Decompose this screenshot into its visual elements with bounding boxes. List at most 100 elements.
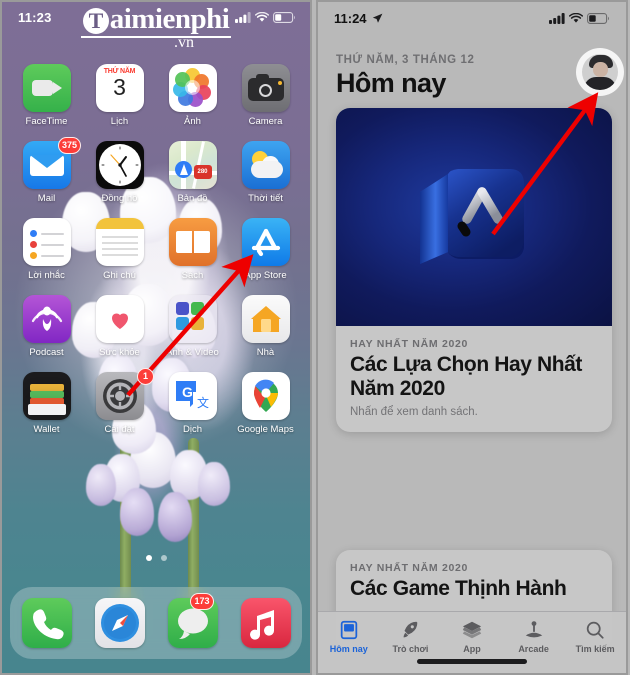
translate-icon: G 文 [168,372,217,420]
photos-icon [168,64,217,112]
left-status-bar: 11:23 [2,2,310,32]
app-label: FaceTime [25,116,68,127]
card-title: Các Lựa Chọn Hay Nhất Năm 2020 [350,353,583,400]
app-icon-calendar[interactable]: THỨ NĂM 3 Lịch [83,64,156,127]
app-grid: FaceTime THỨ NĂM 3 Lịch Ảnh Camera 375 M… [2,64,310,435]
dual-phone-screenshot: 11:23 T aimienphi .vn FaceTime THỨ NĂM 3… [0,0,630,675]
dock-item-safari[interactable] [94,598,145,648]
signal-bars-icon [235,11,251,23]
app-folder-photos-videos[interactable]: Ảnh & Video [156,295,229,358]
app-icon-notes[interactable]: Ghi chú [83,218,156,281]
tab-today[interactable]: Hôm nay [318,619,380,654]
tab-label: Arcade [518,644,549,654]
page-dots[interactable] [2,555,310,561]
app-icon-weather[interactable]: Thời tiết [229,141,302,204]
page-title: Hôm nay [336,68,446,98]
app-label: Google Maps [237,424,294,435]
app-label: Thời tiết [248,193,283,204]
arcade-joystick-icon [525,621,542,638]
phone-icon [21,598,72,648]
page-dot[interactable] [160,555,167,561]
calendar-day: 3 [113,74,126,100]
search-icon [586,621,604,639]
app-label: Dịch [182,424,202,435]
app-icon-mail[interactable]: 375 Mail [10,137,83,204]
watermark-domain: .vn [174,34,194,51]
app-icon-translate[interactable]: G 文 Dịch [156,372,229,435]
badge-count: 173 [190,593,214,610]
tab-label: Tìm kiếm [575,644,615,654]
page-dot-active[interactable] [145,555,152,561]
tab-games[interactable]: Trò chơi [380,619,442,654]
app-store-tab-bar: Hôm nay Trò chơi App Arcade Tìm kiếm [318,611,626,673]
google-maps-icon [241,372,290,420]
right-phone-app-store: 11:24 THỨ NĂM, 3 THÁNG 12 Hôm nay HAY NH… [316,0,628,675]
today-icon [340,620,358,640]
health-icon [95,295,144,343]
app-label: Sách [181,270,204,281]
card-hero-image [336,108,612,326]
app-store-header: THỨ NĂM, 3 THÁNG 12 Hôm nay [336,54,612,99]
app-label: Đồng hồ [101,193,138,204]
dock-item-music[interactable] [240,598,291,648]
badge-count: 375 [57,137,81,154]
card-subtitle: Nhấn để xem danh sách. [350,406,478,419]
app-store-status-bar: 11:24 [318,2,626,34]
tab-arcade[interactable]: Arcade [503,619,565,654]
tab-apps[interactable]: App [441,619,503,654]
folder-icon [168,295,217,343]
app-icon-home[interactable]: Nhà [229,295,302,358]
safari-icon [94,598,145,648]
dock-item-phone[interactable] [21,598,72,648]
app-icon-camera[interactable]: Camera [229,64,302,127]
app-label: Cài đặt [104,424,135,435]
card-eyebrow: HAY NHẤT NĂM 2020 [350,562,469,574]
left-phone-home-screen: 11:23 T aimienphi .vn FaceTime THỨ NĂM 3… [0,0,312,675]
battery-icon [273,11,295,23]
tab-search[interactable]: Tìm kiếm [564,619,626,654]
home-icon [241,295,290,343]
app-icon-app-store[interactable]: App Store [229,218,302,281]
wifi-icon [255,11,269,22]
app-label: Ảnh & Video [166,347,219,358]
app-icon-facetime[interactable]: FaceTime [10,64,83,127]
app-label: Lời nhắc [28,270,65,281]
app-store-icon [241,218,290,266]
app-label: Bản đồ [177,193,208,204]
signal-bars-icon [549,12,565,24]
card-title: Các Game Thịnh Hành [350,577,567,600]
status-time: 11:24 [334,10,367,26]
calendar-icon: THỨ NĂM 3 [95,64,144,112]
battery-icon [587,12,609,24]
app-icon-photos[interactable]: Ảnh [156,64,229,127]
route-shield: 280 [193,165,212,179]
today-date: THỨ NĂM, 3 THÁNG 12 [336,54,475,66]
stack-icon [462,621,482,639]
home-indicator[interactable] [417,659,527,664]
dock: 173 [10,587,302,659]
app-label: App Store [244,270,287,281]
svg-text:文: 文 [197,395,209,410]
app-label: Podcast [29,347,64,358]
app-icon-podcast[interactable]: Podcast [10,295,83,358]
app-icon-health[interactable]: Sức khỏe [83,295,156,358]
app-label: Lịch [110,116,129,127]
app-label: Camera [248,116,283,127]
account-avatar[interactable] [582,54,618,90]
app-icon-maps[interactable]: 280 Bản đồ [156,141,229,204]
app-icon-settings[interactable]: 1 Cài đặt [83,368,156,435]
app-icon-google-maps[interactable]: Google Maps [229,372,302,435]
badge-count: 1 [137,368,154,385]
wallet-icon [22,372,71,420]
card-text-block: HAY NHẤT NĂM 2020 Các Lựa Chọn Hay Nhất … [336,326,612,432]
dock-item-messages[interactable]: 173 [167,593,218,648]
app-icon-wallet[interactable]: Wallet [10,372,83,435]
tab-label: App [463,644,481,654]
app-label: Nhà [256,347,275,358]
today-card-featured[interactable]: HAY NHẤT NĂM 2020 Các Lựa Chọn Hay Nhất … [336,108,612,433]
books-icon [168,218,217,266]
app-icon-clock[interactable]: Đồng hồ [83,141,156,204]
app-icon-books[interactable]: Sách [156,218,229,281]
app-icon-reminders[interactable]: Lời nhắc [10,218,83,281]
reminders-icon [22,218,71,266]
